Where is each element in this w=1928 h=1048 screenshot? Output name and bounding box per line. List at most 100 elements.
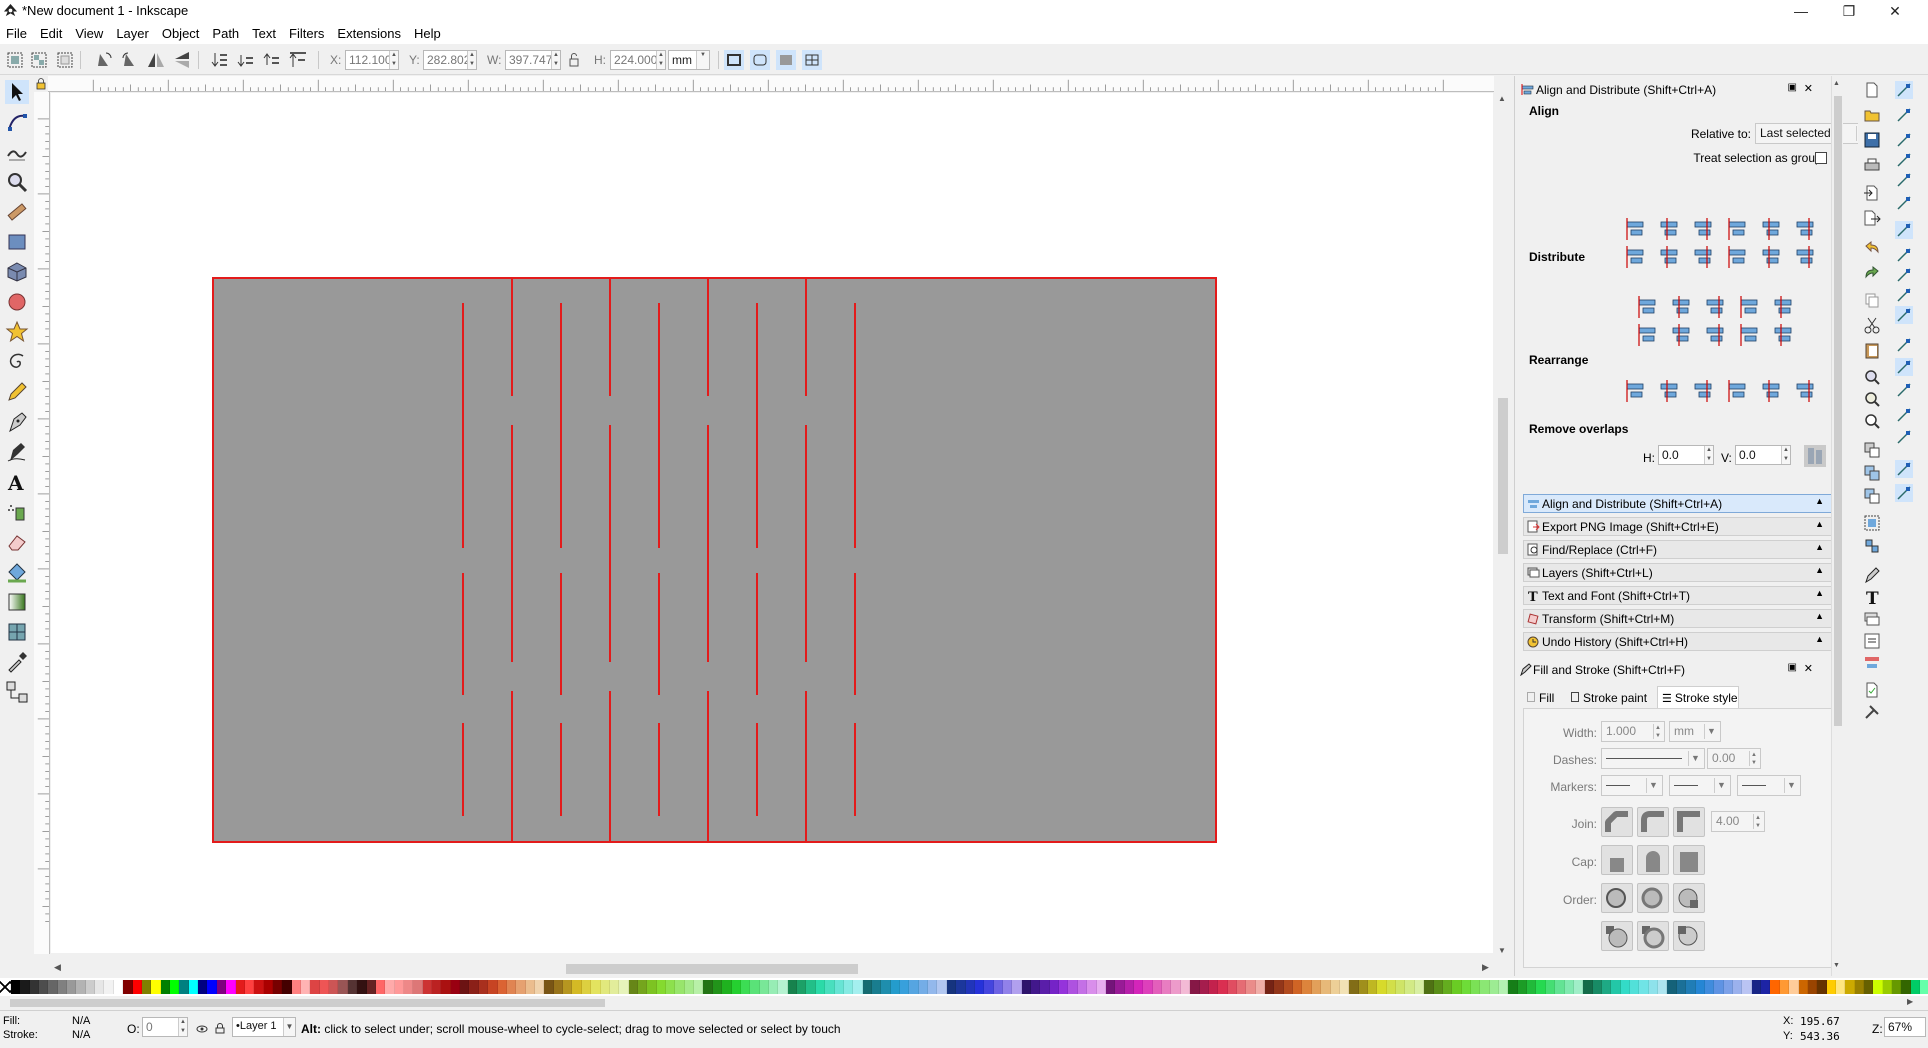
panel-transform[interactable]: Transform (Shift+Ctrl+M) ▲ bbox=[1523, 609, 1833, 628]
color-swatch[interactable] bbox=[1882, 980, 1893, 994]
color-swatch[interactable] bbox=[871, 980, 882, 994]
color-swatch[interactable] bbox=[619, 980, 629, 994]
color-swatch[interactable] bbox=[394, 980, 404, 994]
color-swatch[interactable] bbox=[413, 980, 423, 994]
color-swatch[interactable] bbox=[29, 980, 39, 994]
color-swatch[interactable] bbox=[628, 980, 638, 994]
color-swatch[interactable] bbox=[357, 980, 367, 994]
order-markers-stroke-button[interactable] bbox=[1673, 921, 1705, 951]
group-icon[interactable] bbox=[1863, 514, 1881, 532]
pencil-tool-icon[interactable] bbox=[5, 380, 29, 404]
color-swatch[interactable] bbox=[1630, 980, 1640, 994]
color-swatch[interactable] bbox=[1583, 980, 1593, 994]
color-swatch[interactable] bbox=[1274, 980, 1284, 994]
color-swatch[interactable] bbox=[347, 980, 358, 994]
mid-marker-dropdown-icon[interactable]: ▼ bbox=[1714, 778, 1728, 793]
color-swatch[interactable] bbox=[843, 980, 854, 994]
remove-overlaps-button-icon[interactable] bbox=[1803, 444, 1827, 468]
miter-limit-input[interactable]: 4.00 ▲ ▼ bbox=[1711, 811, 1765, 832]
color-swatch[interactable] bbox=[1733, 980, 1743, 994]
dash-offset-stepper-icon[interactable]: ▲ ▼ bbox=[1749, 751, 1758, 766]
color-swatch[interactable] bbox=[1667, 980, 1677, 994]
menu-edit[interactable]: Edit bbox=[40, 26, 62, 41]
color-swatch[interactable] bbox=[141, 980, 152, 994]
h-stepper-icon[interactable]: ▲ ▼ bbox=[656, 51, 665, 69]
color-swatch[interactable] bbox=[57, 980, 68, 994]
color-swatch[interactable] bbox=[1386, 980, 1397, 994]
distribute-gaps-v-icon[interactable] bbox=[1737, 294, 1763, 320]
zoom-drawing-icon[interactable] bbox=[1863, 390, 1881, 408]
color-swatch[interactable] bbox=[946, 980, 957, 994]
drawing-canvas[interactable] bbox=[51, 93, 1493, 953]
color-swatch[interactable] bbox=[1854, 980, 1865, 994]
cap-round-button[interactable] bbox=[1637, 845, 1669, 875]
color-swatch[interactable] bbox=[20, 980, 30, 994]
color-swatch[interactable] bbox=[1208, 980, 1219, 994]
export-icon[interactable] bbox=[1863, 209, 1881, 227]
color-swatch[interactable] bbox=[216, 980, 227, 994]
color-swatch[interactable] bbox=[890, 980, 901, 994]
color-swatch[interactable] bbox=[1826, 980, 1836, 994]
color-swatch[interactable] bbox=[1489, 980, 1500, 994]
flip-vertical-icon[interactable] bbox=[172, 50, 192, 70]
menu-layer[interactable]: Layer bbox=[116, 26, 149, 41]
color-swatch[interactable] bbox=[76, 980, 86, 994]
scroll-up-icon[interactable]: ▲ bbox=[1498, 94, 1506, 103]
vertical-ruler[interactable] bbox=[34, 92, 50, 954]
color-swatch[interactable] bbox=[95, 980, 105, 994]
color-swatch[interactable] bbox=[1218, 980, 1228, 994]
snap-bbox-corners-icon[interactable] bbox=[1895, 151, 1913, 169]
color-swatch[interactable] bbox=[544, 980, 554, 994]
color-swatch[interactable] bbox=[1452, 980, 1462, 994]
color-swatch[interactable] bbox=[104, 980, 114, 994]
color-swatch[interactable] bbox=[1555, 980, 1565, 994]
color-swatch[interactable] bbox=[1227, 980, 1237, 994]
distribute-top-icon[interactable] bbox=[1635, 294, 1661, 320]
color-swatch[interactable] bbox=[207, 980, 217, 994]
exchange-clockwise-icon[interactable] bbox=[1691, 378, 1717, 404]
color-swatch[interactable] bbox=[750, 980, 760, 994]
snap-enable-icon[interactable] bbox=[1895, 81, 1913, 99]
color-swatch[interactable] bbox=[488, 980, 498, 994]
color-swatch[interactable] bbox=[974, 980, 985, 994]
color-swatch[interactable] bbox=[1040, 980, 1050, 994]
color-swatch[interactable] bbox=[993, 980, 1003, 994]
select-all-layers-icon[interactable] bbox=[29, 50, 49, 70]
color-swatch[interactable] bbox=[1676, 980, 1687, 994]
color-swatch[interactable] bbox=[881, 980, 891, 994]
color-swatch[interactable] bbox=[1601, 980, 1612, 994]
x-stepper-icon[interactable]: ▲ ▼ bbox=[389, 51, 398, 69]
open-document-icon[interactable] bbox=[1863, 106, 1881, 124]
color-swatch[interactable] bbox=[85, 980, 96, 994]
color-swatch[interactable] bbox=[1021, 980, 1032, 994]
menu-extensions[interactable]: Extensions bbox=[337, 26, 401, 41]
color-swatch[interactable] bbox=[160, 980, 170, 994]
color-swatch[interactable] bbox=[787, 980, 798, 994]
color-swatch[interactable] bbox=[1470, 980, 1481, 994]
panel-layers[interactable]: Layers (Shift+Ctrl+L) ▲ bbox=[1523, 563, 1833, 582]
document-properties-icon[interactable] bbox=[1863, 681, 1881, 699]
distribute-center-h-icon[interactable] bbox=[1669, 322, 1695, 348]
color-swatch[interactable] bbox=[740, 980, 751, 994]
color-swatch[interactable] bbox=[918, 980, 929, 994]
snap-guides-icon[interactable] bbox=[1895, 484, 1913, 502]
color-swatch[interactable] bbox=[1302, 980, 1312, 994]
unclump-icon[interactable] bbox=[1759, 378, 1785, 404]
exchange-positions-icon[interactable] bbox=[1623, 378, 1649, 404]
color-swatch[interactable] bbox=[778, 980, 788, 994]
unit-dropdown-icon[interactable]: ▼ bbox=[696, 51, 709, 69]
rectangle-tool-icon[interactable] bbox=[5, 230, 29, 254]
color-swatch[interactable] bbox=[1414, 980, 1425, 994]
align-dialog-icon[interactable] bbox=[1863, 654, 1881, 672]
color-swatch[interactable] bbox=[1311, 980, 1322, 994]
color-swatch[interactable] bbox=[497, 980, 507, 994]
pen-tool-icon[interactable] bbox=[5, 410, 29, 434]
color-swatch[interactable] bbox=[647, 980, 657, 994]
color-swatch[interactable] bbox=[1508, 980, 1518, 994]
zoom-tool-icon[interactable] bbox=[5, 170, 29, 194]
expand-icon[interactable]: ▲ bbox=[1815, 519, 1824, 529]
dock-iconify-icon[interactable]: ▣ bbox=[1788, 82, 1797, 93]
palette-scroll-thumb[interactable] bbox=[10, 999, 605, 1007]
scroll-down-icon[interactable]: ▼ bbox=[1498, 946, 1506, 955]
3d-box-tool-icon[interactable] bbox=[5, 260, 29, 284]
